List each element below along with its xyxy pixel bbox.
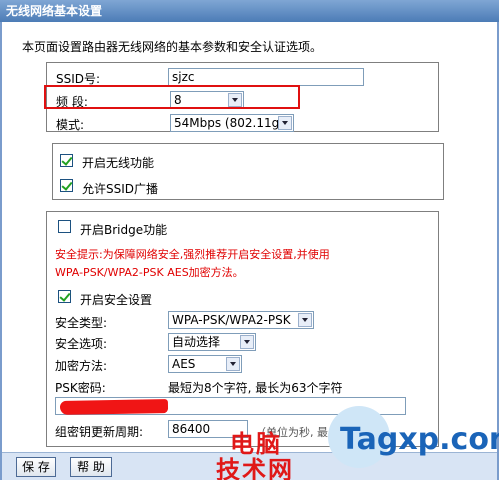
psk-label: PSK密码:: [55, 381, 106, 395]
chevron-down-icon[interactable]: [278, 116, 292, 130]
window-title: 无线网络基本设置: [0, 0, 499, 22]
enable-security-label: 开启安全设置: [80, 293, 153, 307]
encryption-select[interactable]: AES: [168, 355, 242, 373]
psk-hint: 最短为8个字符, 最长为63个字符: [168, 381, 343, 395]
security-warning-line1: 安全提示:为保障网络安全,强烈推荐开启安全设置,并使用: [55, 248, 330, 261]
security-type-select[interactable]: WPA-PSK/WPA2-PSK: [168, 311, 314, 329]
group-key-label: 组密钥更新周期:: [55, 425, 144, 439]
help-button[interactable]: 帮 助: [70, 457, 112, 477]
mode-value: 54Mbps (802.11g): [174, 116, 284, 130]
ssid-broadcast-label: 允许SSID广播: [82, 182, 159, 196]
security-option-select[interactable]: 自动选择: [168, 333, 256, 351]
encryption-value: AES: [172, 357, 196, 371]
watermark-cn-line2: 技术网: [216, 456, 294, 480]
ssid-broadcast-checkbox[interactable]: [60, 179, 73, 192]
ssid-input[interactable]: sjzc: [168, 68, 364, 86]
security-option-value: 自动选择: [172, 335, 221, 349]
encryption-label: 加密方法:: [55, 359, 108, 373]
enable-security-checkbox[interactable]: [58, 290, 71, 303]
chevron-down-icon[interactable]: [226, 357, 240, 371]
enable-wireless-checkbox[interactable]: [60, 154, 73, 167]
redacted-password-mark: [59, 399, 169, 415]
security-type-label: 安全类型:: [55, 316, 108, 330]
security-type-value: WPA-PSK/WPA2-PSK: [172, 313, 291, 327]
security-option-label: 安全选项:: [55, 337, 108, 351]
bridge-label: 开启Bridge功能: [80, 223, 168, 237]
save-button[interactable]: 保 存: [16, 457, 56, 477]
watermark-en: Tagxp.com: [340, 422, 499, 457]
chevron-down-icon[interactable]: [298, 313, 312, 327]
bridge-checkbox[interactable]: [58, 220, 71, 233]
channel-highlight-box: [44, 85, 300, 109]
mode-select[interactable]: 54Mbps (802.11g): [170, 114, 294, 132]
mode-label: 模式:: [56, 118, 85, 132]
chevron-down-icon[interactable]: [240, 335, 254, 349]
security-warning-line2: WPA-PSK/WPA2-PSK AES加密方法。: [55, 266, 244, 279]
intro-text: 本页面设置路由器无线网络的基本参数和安全认证选项。: [22, 40, 323, 54]
enable-wireless-label: 开启无线功能: [82, 156, 155, 170]
